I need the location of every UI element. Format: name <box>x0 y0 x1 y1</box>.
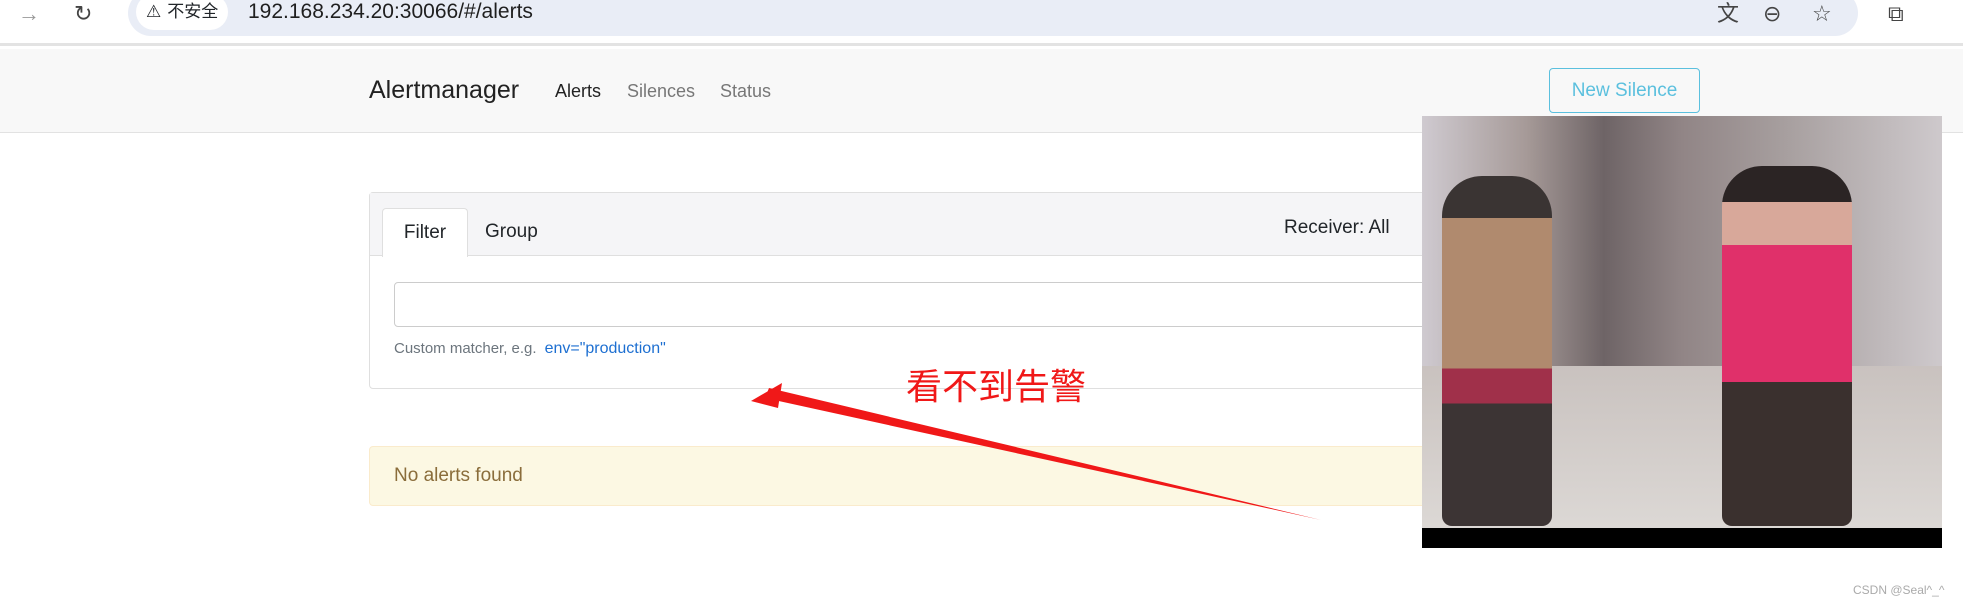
security-chip[interactable]: ⚠ 不安全 <box>136 0 229 30</box>
browser-toolbar: → ↻ ⚠ 不安全 192.168.234.20:30066/#/alerts 文… <box>0 0 1963 46</box>
reload-icon[interactable]: ↻ <box>74 0 92 28</box>
receiver-select[interactable]: Receiver: All <box>1284 217 1390 239</box>
nav-silences[interactable]: Silences <box>627 81 695 102</box>
zoom-out-icon[interactable]: ⊖ <box>1763 0 1781 28</box>
tab-filter[interactable]: Filter <box>382 208 468 257</box>
security-label: 不安全 <box>167 2 219 21</box>
forward-arrow-icon[interactable]: → <box>18 0 40 28</box>
extensions-icon[interactable]: ⧉ <box>1888 0 1904 28</box>
help-example: env="production" <box>544 340 666 357</box>
help-text: Custom matcher, e.g. env="production" <box>394 340 666 358</box>
overlay-gif-image <box>1422 116 1942 548</box>
watermark: CSDN @Seal^_^ <box>1853 583 1945 597</box>
help-label: Custom matcher, e.g. <box>394 340 537 357</box>
translate-icon[interactable]: 文 <box>1717 0 1739 28</box>
nav-alerts[interactable]: Alerts <box>555 81 601 102</box>
nav-status[interactable]: Status <box>720 81 771 102</box>
warning-icon: ⚠ <box>146 2 162 21</box>
star-icon[interactable]: ☆ <box>1812 0 1832 28</box>
url-text[interactable]: 192.168.234.20:30066/#/alerts <box>248 0 533 24</box>
annotation-text: 看不到告警 <box>906 367 1087 408</box>
tab-group[interactable]: Group <box>475 208 548 257</box>
brand[interactable]: Alertmanager <box>369 76 519 105</box>
new-silence-button[interactable]: New Silence <box>1549 68 1700 113</box>
